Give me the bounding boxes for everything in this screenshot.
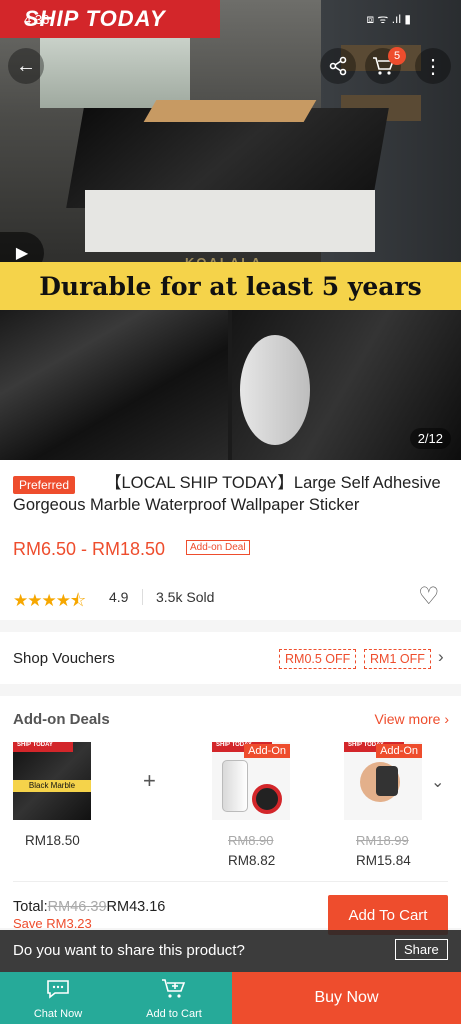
- addon-deals-title: Add-on Deals: [13, 711, 110, 728]
- share-icon-button[interactable]: [320, 48, 356, 84]
- preferred-badge: Preferred: [13, 476, 76, 494]
- wallpaper-roll-photo: [240, 335, 310, 445]
- divider: [13, 881, 448, 882]
- rating-value: 4.9: [109, 589, 129, 605]
- plus-icon: +: [143, 768, 156, 793]
- addon-item-image[interactable]: SHIP TODAY Add-On: [344, 742, 422, 820]
- view-more-label: View more: [374, 711, 441, 727]
- status-icons: ⧈ ᯤ .ıl ▮: [366, 12, 411, 26]
- addon-old-price: RM8.90: [228, 833, 274, 848]
- back-button[interactable]: ←: [8, 48, 44, 84]
- price-range: RM6.50 - RM18.50: [13, 539, 166, 559]
- addon-price: RM18.50: [25, 833, 80, 848]
- product-title: 【LOCAL SHIP TODAY】Large Self Adhesive Go…: [13, 474, 441, 514]
- chevron-right-icon: ›: [438, 647, 444, 666]
- chat-icon: [0, 978, 116, 1006]
- addon-add-to-cart-button[interactable]: Add To Cart: [328, 895, 448, 935]
- cart-count-badge: 5: [388, 47, 406, 65]
- total-label: Total:: [13, 899, 48, 915]
- kitchen-photo: [0, 0, 461, 262]
- share-prompt-text: Do you want to share this product?: [13, 942, 245, 959]
- addon-old-price: RM18.99: [356, 833, 409, 848]
- addon-price: RM8.82: [228, 853, 276, 868]
- addon-item-image[interactable]: SHIP TODAY Add-On: [212, 742, 290, 820]
- padlock-product-photo: [376, 766, 398, 796]
- chevron-right-icon: ›: [444, 711, 449, 727]
- tape-product-photo: [252, 784, 282, 814]
- durability-slogan: Durable for at least 5 years: [0, 262, 461, 310]
- island-front-photo: [85, 190, 375, 252]
- product-info: 【LOCAL SHIP TODAY】Large Self Adhesive Go…: [0, 460, 461, 620]
- voucher-tag[interactable]: RM0.5 OFF: [279, 649, 357, 669]
- jar-product-photo: [222, 760, 248, 812]
- share-prompt-bar: Do you want to share this product? Share: [0, 930, 461, 972]
- bottom-action-bar: Chat Now Add to Cart Buy Now: [0, 972, 461, 1024]
- add-to-cart-label: Add to Cart: [146, 1008, 202, 1020]
- total-old-price: RM46.39: [47, 899, 107, 915]
- shop-vouchers-row[interactable]: Shop Vouchers RM0.5 OFF RM1 OFF ›: [0, 632, 461, 684]
- chat-now-button[interactable]: Chat Now: [0, 972, 116, 1024]
- item-label: Black Marble: [13, 780, 91, 792]
- addon-badge: Add-On: [244, 744, 290, 758]
- add-to-cart-button[interactable]: Add to Cart: [116, 972, 232, 1024]
- addon-deal-tag: Add-on Deal: [186, 540, 250, 555]
- window-photo: [40, 28, 190, 108]
- view-more-link[interactable]: View more ›: [375, 711, 449, 727]
- favorite-heart-icon[interactable]: ♡: [418, 582, 440, 611]
- share-button[interactable]: Share: [395, 939, 448, 960]
- status-time: 4:36: [24, 12, 50, 27]
- voucher-tag[interactable]: RM1 OFF: [364, 649, 431, 669]
- chevron-down-icon[interactable]: ⌄: [431, 772, 444, 792]
- addon-deals-section: Add-on Deals View more › SHIP TODAY Blac…: [0, 696, 461, 935]
- chat-now-label: Chat Now: [33, 1008, 83, 1020]
- addon-item-image[interactable]: SHIP TODAY Black Marble: [13, 742, 91, 820]
- addon-badge: Add-On: [376, 744, 422, 758]
- wood-counter-photo: [143, 100, 317, 122]
- rating-stars: ★★★★⯪: [13, 591, 86, 610]
- more-options-button[interactable]: ⋮: [415, 48, 451, 84]
- buy-now-button[interactable]: Buy Now: [232, 972, 461, 1024]
- arrow-left-icon: ←: [16, 54, 36, 77]
- divider: [142, 589, 143, 605]
- vouchers-label: Shop Vouchers: [13, 650, 115, 667]
- play-icon: ▶: [15, 245, 29, 262]
- addon-total: Total:RM46.39RM43.16: [13, 899, 165, 915]
- total-new-price: RM43.16: [106, 899, 166, 915]
- addon-price: RM15.84: [356, 853, 411, 868]
- product-image-carousel[interactable]: SHIP TODAY 4:36 ⧈ ᯤ .ıl ▮ ← 5 ⋮ ▶ KOALAL…: [0, 0, 461, 460]
- more-vertical-icon: ⋮: [423, 55, 443, 78]
- mini-ship-banner: SHIP TODAY: [13, 742, 73, 752]
- share-icon: [329, 56, 347, 76]
- marble-closeup-photo: [0, 310, 228, 460]
- sold-count: 3.5k Sold: [156, 589, 215, 605]
- add-cart-icon: [116, 978, 232, 1006]
- image-counter: 2/12: [409, 428, 451, 449]
- save-amount: Save RM3.23: [13, 916, 92, 931]
